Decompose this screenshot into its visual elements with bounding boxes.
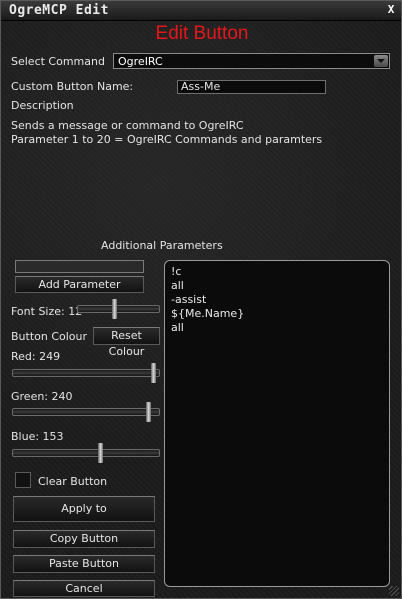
red-slider[interactable] — [12, 363, 160, 383]
paste-button[interactable]: Paste Button — [13, 555, 155, 573]
blue-slider[interactable] — [12, 443, 160, 463]
reset-colour-button[interactable]: Reset Colour — [93, 327, 160, 358]
apply-to-button[interactable]: Apply to — [13, 496, 155, 522]
font-size-slider[interactable] — [77, 299, 160, 319]
custom-name-input[interactable]: Ass-Me — [177, 80, 326, 94]
font-size-label: Font Size: 12 — [11, 305, 83, 318]
green-slider[interactable] — [12, 402, 160, 422]
additional-parameters-label: Additional Parameters — [101, 239, 223, 252]
select-command-dropdown[interactable]: OgreIRC — [113, 53, 390, 69]
select-command-value: OgreIRC — [118, 55, 163, 68]
list-item[interactable]: ${Me.Name} — [171, 307, 383, 321]
red-label: Red: 249 — [11, 350, 61, 363]
cancel-button[interactable]: Cancel — [13, 580, 155, 597]
parameters-list[interactable]: !c all -assist ${Me.Name} all — [164, 260, 390, 587]
page-heading: Edit Button — [155, 23, 249, 44]
button-colour-label: Button Colour — [11, 330, 88, 343]
red-slider-thumb[interactable] — [151, 363, 156, 383]
green-slider-thumb[interactable] — [146, 402, 151, 422]
close-button[interactable]: X — [385, 4, 397, 16]
clear-button-checkbox[interactable] — [15, 472, 31, 488]
new-parameter-input[interactable] — [15, 260, 144, 273]
copy-button[interactable]: Copy Button — [13, 530, 155, 548]
list-item[interactable]: all — [171, 279, 383, 293]
description-line: Parameter 1 to 20 = OgreIRC Commands and… — [11, 133, 323, 146]
add-parameter-button[interactable]: Add Parameter — [15, 276, 144, 293]
window-title: OgreMCP Edit — [9, 3, 109, 18]
font-size-slider-thumb[interactable] — [112, 299, 117, 319]
list-item[interactable]: -assist — [171, 293, 383, 307]
chevron-down-icon[interactable] — [374, 55, 388, 67]
description-text: Sends a message or command to OgreIRC Pa… — [11, 119, 322, 147]
clear-button-label: Clear Button — [38, 475, 108, 488]
custom-name-label: Custom Button Name: — [11, 80, 134, 93]
description-line: Sends a message or command to OgreIRC — [11, 119, 244, 132]
title-bar[interactable]: OgreMCP Edit X — [1, 1, 401, 21]
edit-window: OgreMCP Edit X Edit Button Select Comman… — [0, 0, 402, 599]
list-item[interactable]: !c — [171, 265, 383, 279]
blue-slider-thumb[interactable] — [98, 443, 103, 463]
green-label: Green: 240 — [11, 390, 73, 403]
select-command-label: Select Command — [11, 55, 105, 68]
description-label: Description — [11, 99, 74, 112]
list-item[interactable]: all — [171, 321, 383, 335]
blue-label: Blue: 153 — [11, 430, 64, 443]
resize-grip-icon[interactable] — [389, 586, 399, 596]
